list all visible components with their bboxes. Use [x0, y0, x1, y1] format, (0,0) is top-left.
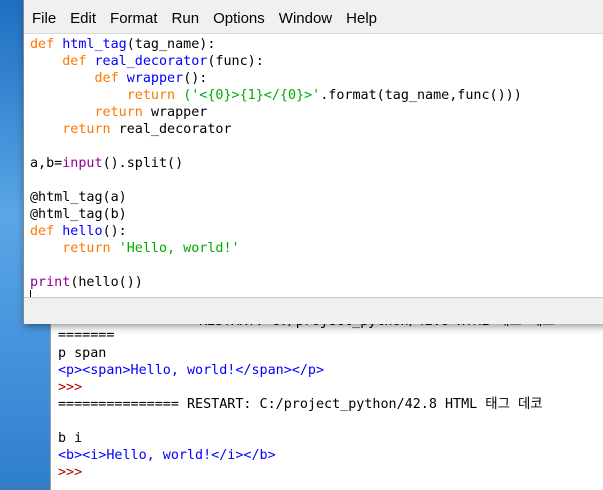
code-text: ():	[102, 224, 127, 239]
code-line: @html_tag(b)	[30, 206, 127, 223]
menu-help[interactable]: Help	[339, 10, 384, 27]
keyword: return	[126, 88, 184, 103]
code-line: return 'Hello, world!'	[30, 240, 240, 257]
string-literal: ('<{0}>{1}</{0}>'	[183, 88, 321, 103]
code-text: (func):	[207, 54, 264, 69]
code-text: a,b=	[30, 156, 63, 171]
shell-prompt: >>>	[58, 465, 83, 480]
keyword: def	[94, 71, 127, 86]
shell-prompt: >>>	[58, 380, 83, 395]
function-name: wrapper	[126, 71, 184, 86]
shell-separator: =======	[58, 328, 115, 343]
builtin: print	[30, 275, 71, 290]
code-text: (hello())	[70, 275, 143, 290]
shell-output: <b><i>Hello, world!</i></b>	[58, 448, 276, 463]
function-name: hello	[62, 224, 103, 239]
shell-output: <p><span>Hello, world!</span></p>	[58, 363, 325, 378]
menu-options[interactable]: Options	[206, 10, 272, 27]
code-line: print(hello())	[30, 274, 143, 291]
keyword: def	[62, 54, 95, 69]
status-bar	[24, 297, 603, 324]
shell-user-input: p span	[58, 346, 107, 361]
code-text: ().split()	[102, 156, 184, 171]
shell-restart-line: =============== RESTART: C:/project_pyth…	[58, 397, 543, 412]
code-line: def hello():	[30, 223, 127, 240]
editor-window[interactable]: File Edit Format Run Options Window Help…	[23, 0, 603, 324]
function-name: real_decorator	[94, 54, 208, 69]
code-text: real_decorator	[118, 122, 232, 137]
menu-edit[interactable]: Edit	[63, 10, 103, 27]
code-line: return ('<{0}>{1}</{0}>'.format(tag_name…	[30, 87, 522, 104]
code-text: .format(tag_name,func()))	[320, 88, 522, 103]
code-line: @html_tag(a)	[30, 189, 127, 206]
menu-run[interactable]: Run	[165, 10, 207, 27]
string-literal: 'Hello, world!'	[118, 241, 240, 256]
keyword: return	[94, 105, 151, 120]
code-text: (tag_name):	[126, 37, 216, 52]
code-line: return real_decorator	[30, 121, 232, 138]
code-line: return wrapper	[30, 104, 208, 121]
code-line: def html_tag(tag_name):	[30, 36, 215, 53]
code-text: ():	[183, 71, 208, 86]
menu-bar: File Edit Format Run Options Window Help	[24, 6, 603, 30]
menu-window[interactable]: Window	[272, 10, 339, 27]
keyword: def	[30, 37, 63, 52]
code-text: wrapper	[150, 105, 208, 120]
decorator: @html_tag(b)	[30, 207, 127, 222]
builtin: input	[62, 156, 103, 171]
code-editor[interactable]: def html_tag(tag_name): def real_decorat…	[24, 33, 603, 304]
code-line: a,b=input().split()	[30, 155, 183, 172]
menu-file[interactable]: File	[24, 10, 63, 27]
decorator: @html_tag(a)	[30, 190, 127, 205]
code-line: def wrapper():	[30, 70, 208, 87]
keyword: def	[30, 224, 63, 239]
keyword: return	[62, 241, 119, 256]
shell-window[interactable]: RESTART: C:/project_python/42.8 HTML 태그 …	[50, 300, 603, 490]
function-name: html_tag	[62, 37, 127, 52]
keyword: return	[62, 122, 119, 137]
shell-user-input: b i	[58, 431, 83, 446]
menu-format[interactable]: Format	[103, 10, 165, 27]
code-line: def real_decorator(func):	[30, 53, 264, 70]
